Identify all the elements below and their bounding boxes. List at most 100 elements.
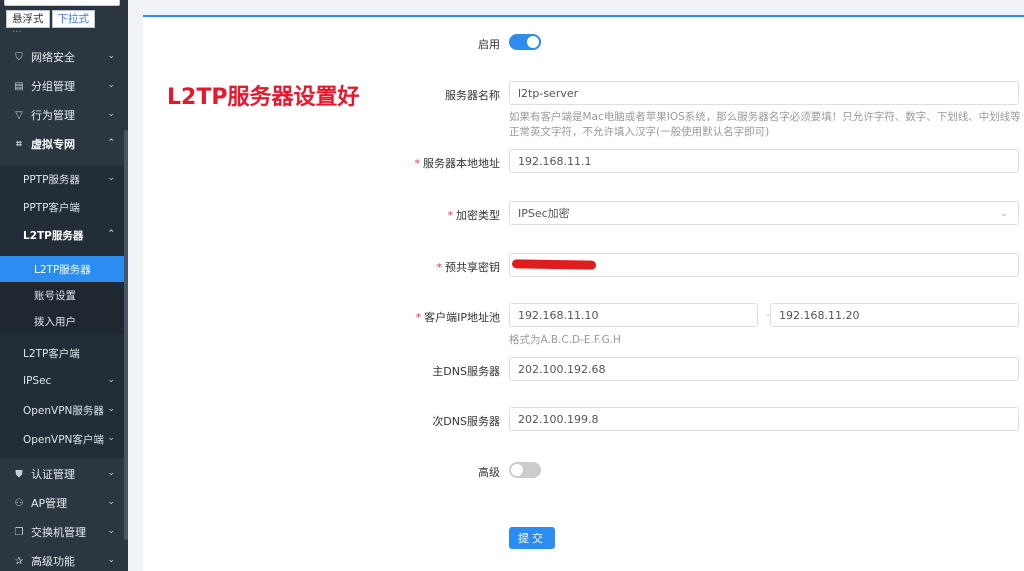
local-address-label: * 服务器本地地址 xyxy=(415,155,501,171)
annotation-text: L2TP服务器设置好 xyxy=(167,85,360,110)
sidebar-item-pptp-client[interactable]: PPTP客户端 xyxy=(0,193,128,221)
sidebar-item-pptp-server[interactable]: PPTP服务器 ⌄ xyxy=(0,165,128,193)
shield-icon: ⛉ xyxy=(15,51,23,63)
server-name-input[interactable]: l2tp-server xyxy=(509,81,1019,105)
chevron-down-icon: ⌄ xyxy=(107,526,115,536)
sidebar-item-l2tp-server-settings[interactable]: L2TP服务器 xyxy=(0,256,128,282)
ip-pool-start-input[interactable]: 192.168.11.10 xyxy=(509,303,758,327)
advanced-switch[interactable] xyxy=(509,462,541,478)
sidebar-item-label: IPSec xyxy=(23,375,52,387)
enable-switch[interactable] xyxy=(509,34,541,50)
chevron-down-icon: ⌄ xyxy=(107,497,115,507)
server-name-hint: 如果有客户端是Mac电脑或者苹果IOS系统，那么服务器名字必须要填！只允许字符、… xyxy=(509,111,1021,138)
chevron-down-icon: ⌄ xyxy=(107,109,115,119)
sidebar-item-switch-management[interactable]: ❐ 交换机管理 ⌄ xyxy=(0,518,128,546)
chevron-down-icon: ⌄ xyxy=(107,51,115,61)
sidebar-item-ipsec[interactable]: IPSec ⌄ xyxy=(0,367,128,395)
sidebar: 悬浮式 下拉式 ··· ⛉ 网络安全 ⌄ ▤ 分组管理 ⌄ ▽ 行为管理 ⌄ ⌗… xyxy=(0,0,128,571)
network-icon: ⚇ xyxy=(14,497,24,509)
sidebar-item-label: PPTP客户端 xyxy=(23,201,80,214)
sidebar-item-auth-management[interactable]: ⛊ 认证管理 ⌄ xyxy=(0,460,128,488)
sidebar-item-label: 账号设置 xyxy=(34,289,76,302)
sidebar-item-label: 高级功能 xyxy=(31,555,75,568)
sidebar-item-behavior-management[interactable]: ▽ 行为管理 ⌄ xyxy=(0,101,128,129)
shield-check-icon: ⛊ xyxy=(15,468,23,480)
float-mode-button[interactable]: 悬浮式 xyxy=(6,10,50,28)
sidebar-search-input[interactable] xyxy=(4,0,120,6)
psk-input[interactable] xyxy=(509,253,1019,277)
required-mark: * xyxy=(414,157,421,170)
ip-pool-label: * 客户端IP地址池 xyxy=(416,309,500,325)
sidebar-item-label: 拨入用户 xyxy=(34,315,76,328)
chevron-up-icon: ⌃ xyxy=(107,229,115,239)
ip-pool-hint: 格式为A.B.C.D-E.F.G.H xyxy=(509,334,621,346)
chevron-down-icon: ⌄ xyxy=(999,207,1008,219)
local-address-input[interactable]: 192.168.11.1 xyxy=(509,149,1019,173)
sidebar-scrollbar[interactable] xyxy=(124,130,128,540)
sidebar-item-label: 认证管理 xyxy=(31,468,75,481)
sidebar-item-advanced-features[interactable]: ✰ 高级功能 ⌄ xyxy=(0,547,128,571)
chevron-down-icon: ⌄ xyxy=(107,433,115,443)
sidebar-item-dial-in-users[interactable]: 拨入用户 xyxy=(0,308,128,334)
chevron-down-icon: ⌄ xyxy=(107,404,115,414)
sidebar-item-account-settings[interactable]: 账号设置 xyxy=(0,282,128,308)
required-mark: * xyxy=(436,261,443,274)
secondary-dns-label: 次DNS服务器 xyxy=(432,415,500,428)
sidebar-item-l2tp-server[interactable]: L2TP服务器 ⌃ xyxy=(0,221,128,249)
document-icon: ▤ xyxy=(14,80,24,92)
secondary-dns-input[interactable]: 202.100.199.8 xyxy=(509,407,1019,431)
vpn-icon: ⌗ xyxy=(16,138,22,150)
label-text: 加密类型 xyxy=(456,209,500,222)
sidebar-item-network-security[interactable]: ⛉ 网络安全 ⌄ xyxy=(0,43,128,71)
filter-icon: ▽ xyxy=(15,109,23,121)
ip-pool-end-input[interactable]: 192.168.11.20 xyxy=(770,303,1019,327)
sidebar-item-label: 分组管理 xyxy=(31,80,75,93)
primary-dns-input[interactable]: 202.100.192.68 xyxy=(509,357,1019,381)
required-mark: * xyxy=(447,209,454,222)
sidebar-item-label: 交换机管理 xyxy=(31,526,86,539)
chevron-down-icon: ⌄ xyxy=(107,375,115,385)
sidebar-item-label: OpenVPN客户端 xyxy=(23,433,104,446)
sidebar-item-label: 网络安全 xyxy=(31,51,75,64)
primary-dns-label: 主DNS服务器 xyxy=(432,365,500,378)
encryption-select[interactable]: IPSec加密 ⌄ xyxy=(509,201,1019,225)
sidebar-item-label: 虚拟专网 xyxy=(31,138,75,151)
sidebar-item-label: 行为管理 xyxy=(31,109,75,122)
chevron-down-icon: ⌄ xyxy=(107,468,115,478)
sidebar-item-label: L2TP服务器 xyxy=(23,229,84,242)
submit-button[interactable]: 提交 xyxy=(509,527,555,549)
dropdown-mode-button[interactable]: 下拉式 xyxy=(51,10,95,28)
sidebar-item-label: PPTP服务器 xyxy=(23,173,80,186)
server-name-label: 服务器名称 xyxy=(445,89,500,102)
encryption-select-value: IPSec加密 xyxy=(518,207,570,220)
sidebar-item-label: L2TP服务器 xyxy=(34,263,91,276)
required-mark: * xyxy=(415,311,422,324)
sidebar-item-label: AP管理 xyxy=(31,497,68,510)
chevron-down-icon: ⌄ xyxy=(107,555,115,565)
enable-label: 启用 xyxy=(478,38,500,51)
switch-knob xyxy=(511,464,523,476)
encryption-label: * 加密类型 xyxy=(448,207,501,223)
l2tp-server-form: L2TP服务器设置好 启用 服务器名称 l2tp-server 如果有客户端是M… xyxy=(143,15,1024,571)
sidebar-item-ap-management[interactable]: ⚇ AP管理 ⌄ xyxy=(0,489,128,517)
sidebar-item-l2tp-client[interactable]: L2TP客户端 xyxy=(0,339,128,367)
label-text: 预共享密钥 xyxy=(445,261,500,274)
sidebar-item-openvpn-client[interactable]: OpenVPN客户端 ⌄ xyxy=(0,425,128,453)
sidebar-item-vpn[interactable]: ⌗ 虚拟专网 ⌃ xyxy=(0,130,128,158)
pin-icon: ✰ xyxy=(14,555,24,567)
sidebar-item-openvpn-server[interactable]: OpenVPN服务器 ⌄ xyxy=(0,396,128,424)
label-text: 服务器本地地址 xyxy=(423,157,500,170)
psk-label: * 预共享密钥 xyxy=(437,259,501,275)
sidebar-item-label: OpenVPN服务器 xyxy=(23,404,104,417)
redaction-scribble xyxy=(511,259,597,270)
partial-menu-item: ··· xyxy=(12,27,22,38)
sidebar-item-label: L2TP客户端 xyxy=(23,347,80,360)
chevron-down-icon: ⌄ xyxy=(107,173,115,183)
chevron-up-icon: ⌃ xyxy=(107,138,115,148)
chevron-down-icon: ⌄ xyxy=(107,80,115,90)
switch-icon: ❐ xyxy=(14,526,24,538)
menu-style-toggle: 悬浮式 下拉式 xyxy=(6,10,95,28)
label-text: 客户端IP地址池 xyxy=(424,311,500,324)
switch-knob xyxy=(527,36,539,48)
sidebar-item-group-management[interactable]: ▤ 分组管理 ⌄ xyxy=(0,72,128,100)
